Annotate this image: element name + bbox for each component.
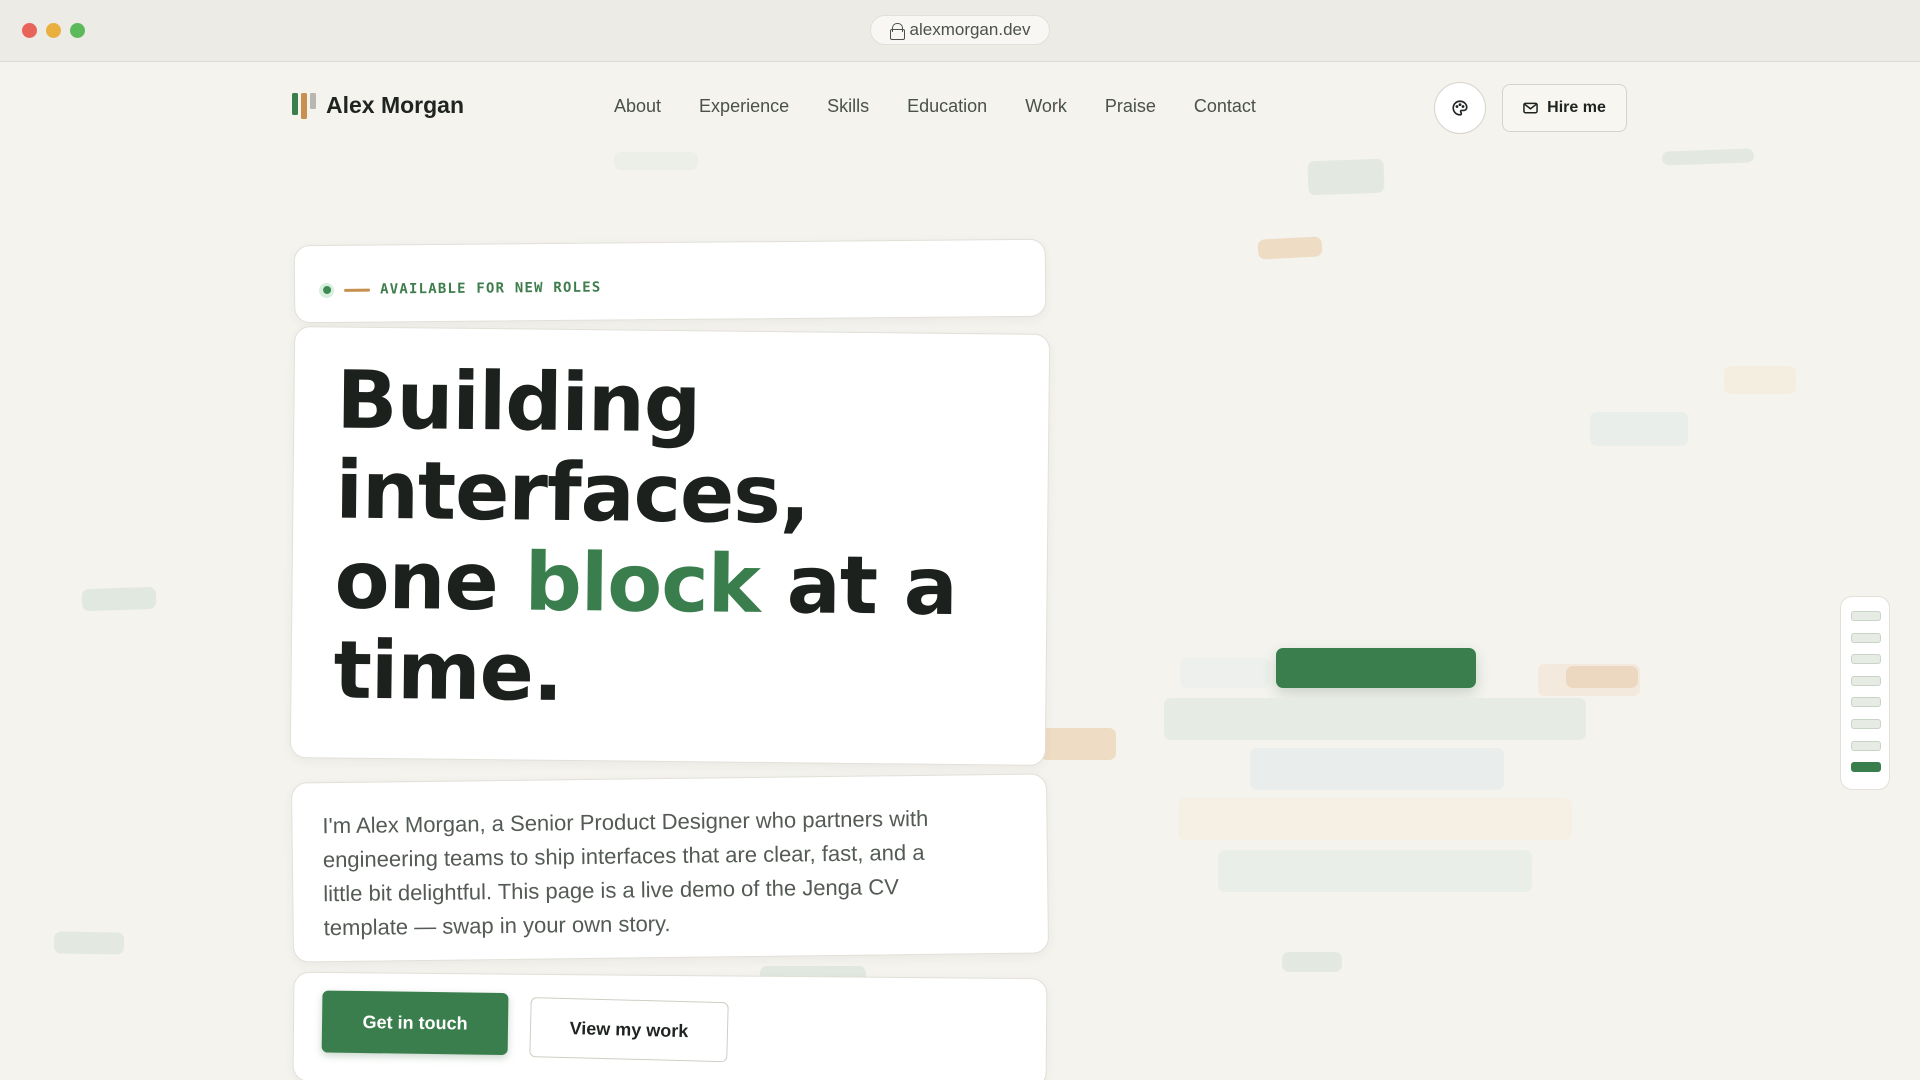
headline-accent-word: block [524, 535, 761, 631]
cta-card: Get in touch View my work [292, 971, 1048, 1080]
site-logo[interactable]: Alex Morgan [292, 92, 464, 119]
stack-indicator-item[interactable] [1851, 675, 1881, 686]
minimize-window-button[interactable] [46, 23, 61, 38]
headline-line-1: Building [336, 353, 701, 451]
section-stack-indicator [1840, 596, 1890, 790]
bg-block [1276, 648, 1476, 688]
stack-indicator-item[interactable] [1851, 611, 1881, 621]
bg-block [1282, 952, 1342, 972]
view-my-work-button[interactable]: View my work [529, 997, 729, 1063]
nav-item-praise[interactable]: Praise [1105, 96, 1156, 117]
bg-block [1218, 850, 1532, 892]
bg-block [1307, 158, 1385, 196]
url-text: alexmorgan.dev [909, 20, 1031, 39]
nav-item-skills[interactable]: Skills [827, 96, 869, 117]
lock-icon [889, 22, 905, 40]
logo-blocks-icon [292, 92, 316, 119]
get-in-touch-button[interactable]: Get in touch [321, 990, 509, 1056]
stack-indicator-item[interactable] [1851, 697, 1881, 708]
bg-block [1250, 748, 1504, 790]
maximize-window-button[interactable] [70, 23, 85, 38]
nav-item-work[interactable]: Work [1025, 96, 1067, 117]
dash-divider [344, 288, 371, 292]
bg-block [1566, 666, 1638, 688]
bg-block [1257, 236, 1323, 260]
bg-block [1164, 698, 1586, 740]
intro-text: I'm Alex Morgan, a Senior Product Design… [322, 805, 929, 941]
bg-block [1180, 658, 1270, 688]
bg-block [1178, 798, 1572, 840]
availability-card: AVAILABLE FOR NEW ROLES [293, 238, 1047, 324]
intro-card: I'm Alex Morgan, a Senior Product Design… [290, 773, 1050, 963]
status-dot-icon [319, 282, 335, 298]
nav-item-education[interactable]: Education [907, 96, 987, 117]
bg-block [614, 152, 698, 170]
logo-name: Alex Morgan [326, 92, 465, 118]
browser-chrome: alexmorgan.dev [0, 0, 1920, 62]
hire-me-button[interactable]: Hire me [1502, 84, 1627, 132]
address-bar[interactable]: alexmorgan.dev [870, 15, 1050, 45]
bg-block [1590, 412, 1688, 446]
bg-block [1040, 728, 1116, 760]
headline-line-4: time. [333, 623, 563, 719]
mail-icon [1523, 102, 1538, 114]
stack-indicator-item[interactable] [1851, 632, 1881, 643]
nav-item-experience[interactable]: Experience [699, 96, 789, 117]
headline-line-3-post: at a [759, 537, 958, 634]
stack-indicator-item[interactable] [1851, 718, 1881, 729]
bg-block [53, 931, 125, 955]
bg-block [81, 586, 157, 612]
bg-block [1661, 148, 1755, 166]
theme-palette-button[interactable] [1434, 82, 1486, 134]
headline-line-2: interfaces, [335, 443, 810, 542]
bg-block [1724, 366, 1796, 394]
hero-headline: Building interfaces, one block at a time… [333, 353, 987, 723]
stack-indicator-item-active[interactable] [1851, 762, 1881, 773]
nav-item-contact[interactable]: Contact [1194, 96, 1256, 117]
headline-card: Building interfaces, one block at a time… [289, 326, 1051, 766]
main-nav: About Experience Skills Education Work P… [614, 96, 1256, 117]
stack-indicator-item[interactable] [1851, 740, 1881, 751]
close-window-button[interactable] [22, 23, 37, 38]
nav-item-about[interactable]: About [614, 96, 661, 117]
availability-badge: AVAILABLE FOR NEW ROLES [379, 279, 602, 298]
stack-indicator-item[interactable] [1851, 654, 1881, 665]
palette-icon [1452, 100, 1468, 116]
hire-me-label: Hire me [1547, 99, 1606, 116]
headline-line-3-pre: one [334, 533, 526, 629]
